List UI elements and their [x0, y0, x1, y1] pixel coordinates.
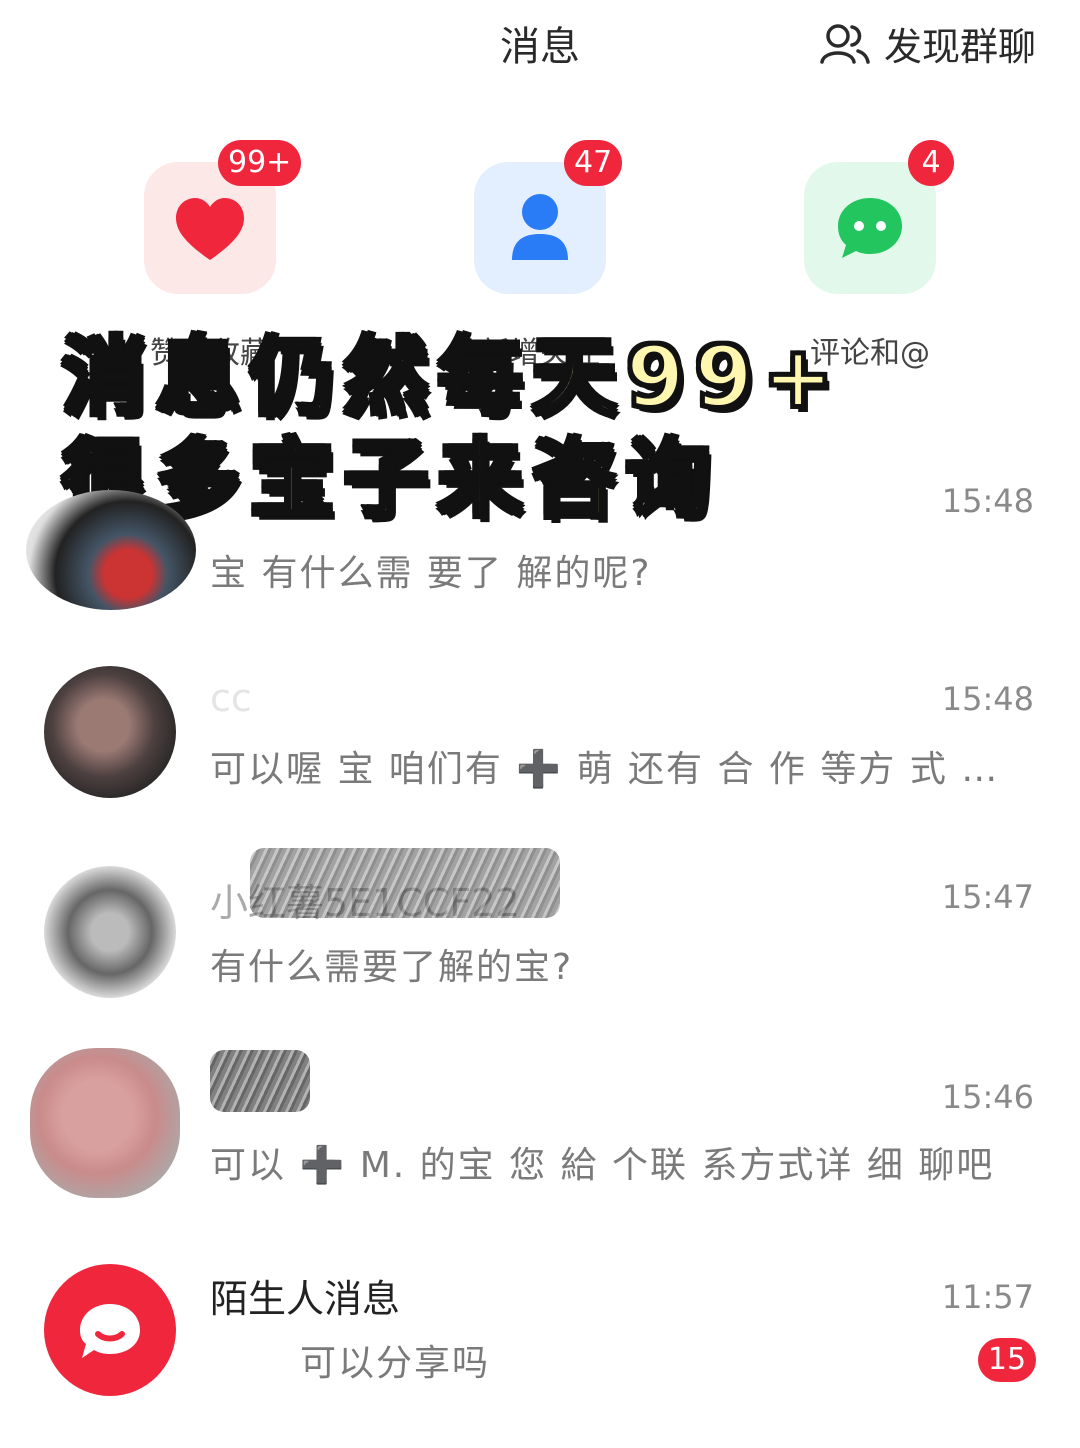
name-redaction-scribble [210, 1050, 310, 1112]
message-time: 15:46 [941, 1078, 1034, 1116]
stranger-avatar [44, 1264, 176, 1396]
message-preview: 可以喔 宝 咱们有 ➕ 萌 还有 合 作 等方 式 … [210, 749, 1000, 790]
contact-name: 陌生人消息 [210, 1277, 401, 1321]
message-preview: 可以 ➕ M. 的宝 您 給 个联 系方式详 细 聊吧 [210, 1145, 995, 1186]
message-preview: 有什么需要了解的宝? [210, 947, 574, 988]
stranger-messages-row[interactable]: 陌生人消息 11:57 可以分享吗 15 [0, 1258, 1080, 1448]
followers-badge: 47 [564, 140, 623, 186]
conversation-row[interactable]: 15:48 宝 有什么需 要了 解的呢? [0, 460, 1080, 650]
likes-badge: 99+ [218, 140, 302, 186]
avatar-blurred [44, 666, 176, 798]
avatar-blurred [26, 490, 196, 610]
comments-and-mentions-button[interactable]: 4 [804, 140, 954, 294]
avatar-blurred [30, 1048, 180, 1198]
contact-name: cc [210, 676, 252, 720]
likes-and-collections-button[interactable]: 99+ [144, 140, 302, 294]
conversation-row[interactable]: 小红薯5E1CCF22 15:47 有什么需要了解的宝? [0, 848, 1080, 1050]
conversation-row[interactable]: cc 15:48 可以喔 宝 咱们有 ➕ 萌 还有 合 作 等方 式 … [0, 660, 1080, 850]
message-time: 11:57 [941, 1278, 1034, 1316]
discover-group-chat-button[interactable]: 发现群聊 [820, 16, 1036, 71]
group-icon [820, 23, 870, 64]
unread-count-badge: 15 [978, 1338, 1036, 1382]
message-time: 15:48 [941, 482, 1034, 520]
conversation-row[interactable]: 15:46 可以 ➕ M. 的宝 您 給 个联 系方式详 细 聊吧 [0, 1048, 1080, 1248]
chat-bubble-icon [838, 198, 902, 258]
message-preview: 宝 有什么需 要了 解的呢? [210, 553, 652, 594]
message-bubble-icon [80, 1304, 140, 1358]
avatar-blurred [44, 866, 176, 998]
comments-badge: 4 [908, 140, 954, 186]
name-redaction-scribble [250, 848, 560, 918]
message-preview: 可以分享吗 [300, 1343, 491, 1384]
new-followers-button[interactable]: 47 [474, 140, 623, 294]
message-time: 15:48 [941, 680, 1034, 718]
discover-label: 发现群聊 [883, 25, 1036, 69]
message-time: 15:47 [941, 878, 1034, 916]
